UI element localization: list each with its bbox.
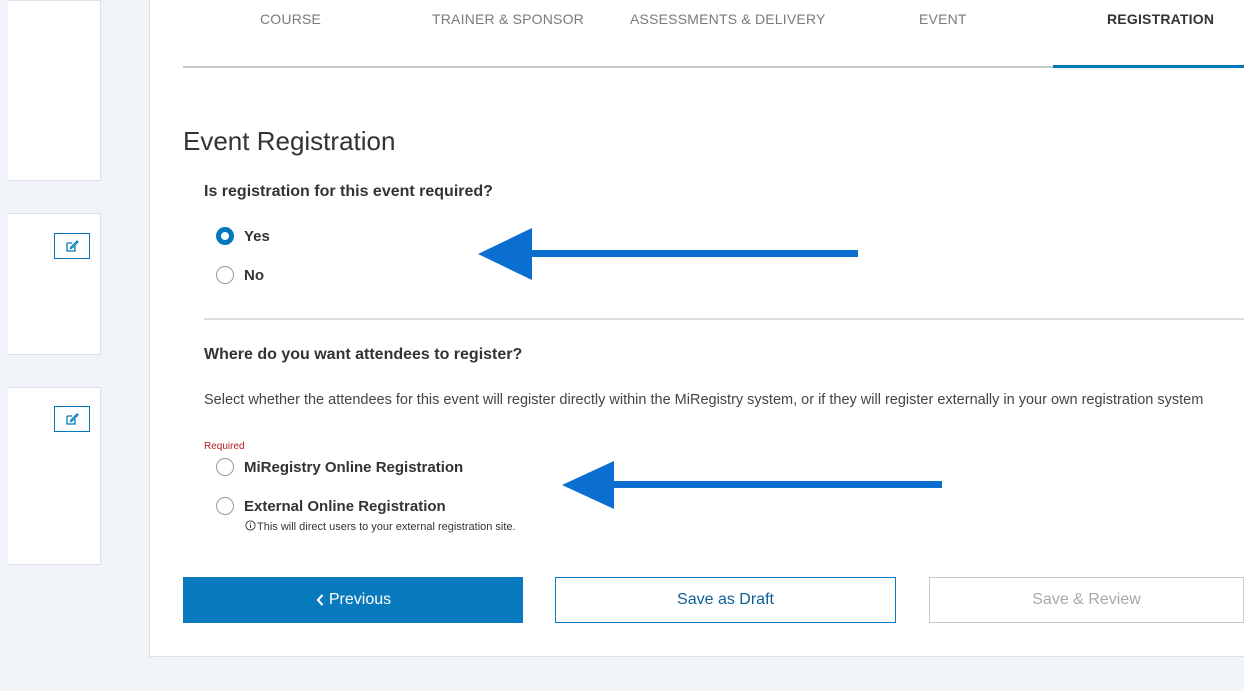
radio-option-external[interactable]: External Online Registration [216, 497, 446, 515]
save-draft-label: Save as Draft [677, 591, 774, 608]
edit-button[interactable] [54, 233, 90, 259]
radio-label: No [244, 266, 264, 284]
radio-button[interactable] [216, 227, 234, 245]
edit-icon [66, 240, 79, 252]
radio-button[interactable] [216, 497, 234, 515]
save-review-button[interactable]: Save & Review [929, 577, 1244, 623]
chevron-left-icon [316, 594, 324, 606]
radio-label: Yes [244, 227, 270, 245]
tab-assessments-delivery[interactable]: ASSESSMENTS & DELIVERY [630, 11, 826, 27]
radio-option-yes[interactable]: Yes [216, 227, 270, 245]
required-label: Required [204, 441, 245, 452]
register-location-question: Where do you want attendees to register? [204, 346, 523, 363]
radio-option-no[interactable]: No [216, 266, 264, 284]
arrow-annotation-1 [478, 228, 858, 280]
tab-registration[interactable]: REGISTRATION [1107, 11, 1214, 27]
section-title: Event Registration [183, 126, 396, 156]
radio-option-miregistry[interactable]: MiRegistry Online Registration [216, 458, 463, 476]
sidebar-card-1 [8, 0, 101, 181]
info-icon [245, 520, 256, 531]
hint-text: This will direct users to your external … [257, 521, 516, 533]
sidebar-card-3 [8, 387, 101, 565]
save-review-label: Save & Review [1032, 591, 1141, 608]
tab-active-indicator [1053, 65, 1244, 68]
radio-label: MiRegistry Online Registration [244, 458, 464, 476]
tab-course[interactable]: COURSE [260, 11, 321, 27]
save-draft-button[interactable]: Save as Draft [555, 577, 896, 623]
tab-event[interactable]: EVENT [919, 11, 967, 27]
arrow-annotation-2 [562, 461, 942, 509]
main-panel [149, 0, 1244, 657]
register-location-description: Select whether the attendees for this ev… [204, 392, 1204, 408]
previous-label: Previous [328, 591, 392, 608]
edit-button[interactable] [54, 406, 90, 432]
sidebar-card-2 [8, 213, 101, 355]
radio-button[interactable] [216, 458, 234, 476]
external-hint: This will direct users to your external … [245, 520, 516, 533]
edit-icon [66, 413, 79, 425]
radio-label: External Online Registration [244, 497, 446, 515]
registration-required-question: Is registration for this event required? [204, 183, 493, 200]
section-divider [204, 318, 1244, 320]
radio-button[interactable] [216, 266, 234, 284]
previous-button[interactable]: Previous [183, 577, 523, 623]
tab-trainer-sponsor[interactable]: TRAINER & SPONSOR [432, 11, 584, 27]
